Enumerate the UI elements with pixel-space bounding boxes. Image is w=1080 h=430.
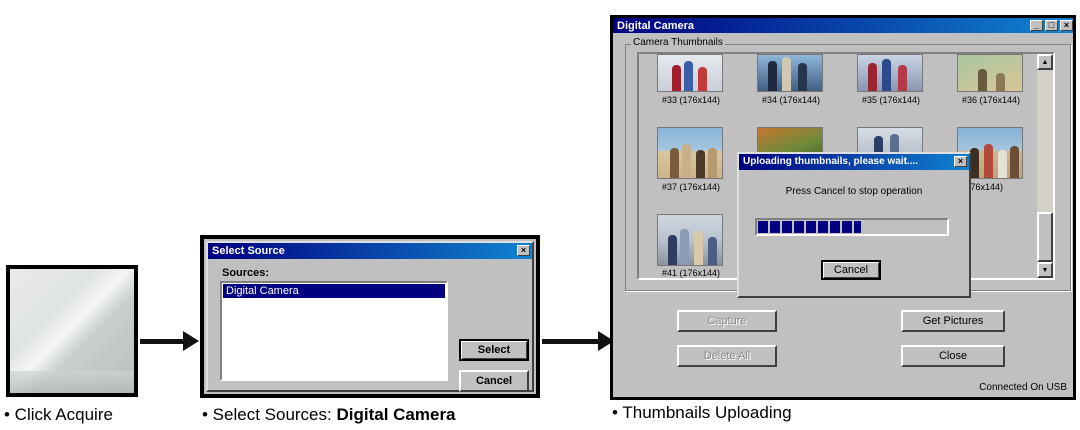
list-item-selected[interactable]: Digital Camera <box>223 284 445 298</box>
thumbnail-image[interactable] <box>657 214 723 266</box>
thumbnail-image[interactable] <box>957 54 1023 92</box>
thumbnail-label: #41 (176x144) <box>661 268 721 278</box>
camera-titlebar: Digital Camera _ □ × <box>613 18 1073 33</box>
upload-title: Uploading thumbnails, please wait.... <box>743 156 919 167</box>
upload-message: Press Cancel to stop operation <box>785 186 923 197</box>
select-source-dialog: Select Source × Sources: Digital Camera … <box>206 241 534 392</box>
thumbnail-image[interactable] <box>657 127 723 179</box>
progress-fill <box>758 221 861 233</box>
caption-select-prefix: • Select Sources: <box>202 405 337 424</box>
capture-button[interactable]: Capture <box>677 310 777 332</box>
thumbnail-image[interactable] <box>657 54 723 92</box>
camera-title: Digital Camera <box>617 20 695 32</box>
sources-label: Sources: <box>222 267 270 279</box>
camera-panel: Digital Camera _ □ × Camera Thumbnails #… <box>610 15 1076 400</box>
cancel-button[interactable]: Cancel <box>459 370 529 392</box>
select-source-panel: Select Source × Sources: Digital Camera … <box>200 235 540 398</box>
dialog-title: Select Source <box>212 245 285 257</box>
caption-uploading: • Thumbnails Uploading <box>612 403 792 422</box>
close-icon[interactable]: × <box>954 156 967 167</box>
caption-select-bold: Digital Camera <box>336 405 456 424</box>
thumbnail-image[interactable] <box>857 54 923 92</box>
close-button[interactable]: Close <box>901 345 1005 367</box>
select-source-titlebar: Select Source × <box>208 243 532 259</box>
caption-select: • Select Sources: Digital Camera <box>202 405 456 425</box>
thumbnail-image[interactable] <box>757 54 823 92</box>
minimize-icon[interactable]: _ <box>1030 20 1043 31</box>
caption-acquire: • Click Acquire <box>4 405 113 424</box>
close-icon[interactable]: × <box>517 245 530 256</box>
scroll-thumb[interactable] <box>1037 212 1053 262</box>
select-button[interactable]: Select <box>459 339 529 361</box>
scroll-down-icon[interactable]: ▼ <box>1037 262 1053 278</box>
arrow-icon <box>542 331 614 351</box>
thumbnail-label: #34 (176x144) <box>761 95 821 105</box>
scroll-up-icon[interactable]: ▲ <box>1037 54 1053 70</box>
status-text: Connected On USB <box>979 382 1067 393</box>
upload-dialog: Uploading thumbnails, please wait.... × … <box>737 152 971 298</box>
upload-titlebar: Uploading thumbnails, please wait.... × <box>739 154 969 170</box>
scrollbar[interactable]: ▲ ▼ <box>1037 54 1053 278</box>
thumbnail-label: #33 (176x144) <box>661 95 721 105</box>
thumbnail-label: #36 (176x144) <box>961 95 1021 105</box>
thumbnail-label: #35 (176x144) <box>861 95 921 105</box>
group-label: Camera Thumbnails <box>631 37 725 48</box>
cancel-button[interactable]: Cancel <box>821 260 881 280</box>
acquire-image <box>6 265 138 397</box>
arrow-icon <box>140 331 199 351</box>
get-pictures-button[interactable]: Get Pictures <box>901 310 1005 332</box>
sources-list[interactable]: Digital Camera <box>220 281 448 381</box>
maximize-icon[interactable]: □ <box>1045 20 1058 31</box>
progress-bar <box>755 218 949 236</box>
delete-all-button[interactable]: Delete All <box>677 345 777 367</box>
close-icon[interactable]: × <box>1060 20 1073 31</box>
thumbnail-label: #37 (176x144) <box>661 182 721 192</box>
